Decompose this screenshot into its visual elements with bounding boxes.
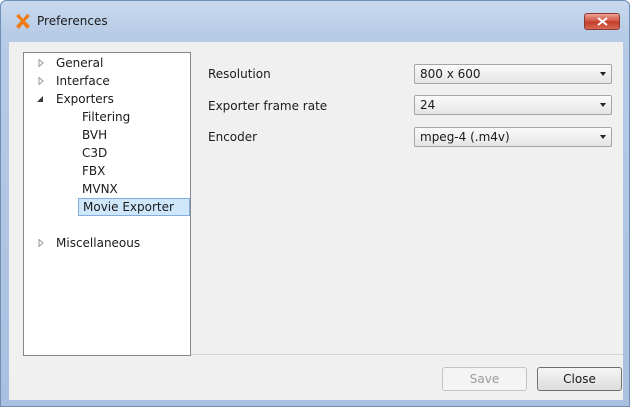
chevron-down-icon [600,103,606,107]
resolution-label: Resolution [208,67,271,81]
tree-item-movie-exporter[interactable]: Movie Exporter [78,198,190,216]
tree-item-filtering[interactable]: Filtering [82,108,130,126]
tree-item-c3d[interactable]: C3D [82,144,107,162]
tree-item-mvnx[interactable]: MVNX [82,180,118,198]
chevron-down-icon [600,72,606,76]
window-close-button[interactable] [584,13,620,30]
tree-item-fbx[interactable]: FBX [82,162,105,180]
save-button[interactable]: Save [442,367,527,391]
frame-rate-label: Exporter frame rate [208,99,328,113]
expand-arrow-icon[interactable] [37,59,45,67]
close-button[interactable]: Close [537,367,622,391]
tree-item-bvh[interactable]: BVH [82,126,107,144]
preferences-window: Preferences General Interface Exporters … [0,0,630,407]
expand-arrow-icon[interactable] [37,77,45,85]
tree-item-interface[interactable]: Interface [56,72,110,90]
window-title: Preferences [37,14,108,28]
resolution-select[interactable]: 800 x 600 [414,64,612,84]
tree-item-miscellaneous[interactable]: Miscellaneous [56,234,140,252]
footer-divider [191,354,623,355]
tree-item-exporters[interactable]: Exporters [56,90,114,108]
preferences-tree[interactable]: General Interface Exporters Filtering BV… [23,52,191,356]
frame-rate-value: 24 [420,98,436,112]
chevron-down-icon [600,135,606,139]
frame-rate-select[interactable]: 24 [414,95,612,115]
title-bar[interactable]: Preferences [1,1,629,41]
encoder-value: mpeg-4 (.m4v) [420,130,510,144]
expand-arrow-icon[interactable] [37,239,45,247]
resolution-value: 800 x 600 [420,67,481,81]
close-icon [597,17,608,26]
encoder-label: Encoder [208,130,258,144]
encoder-select[interactable]: mpeg-4 (.m4v) [414,127,612,147]
collapse-arrow-icon[interactable] [36,95,44,103]
tree-item-general[interactable]: General [56,54,103,72]
app-icon [16,14,30,29]
